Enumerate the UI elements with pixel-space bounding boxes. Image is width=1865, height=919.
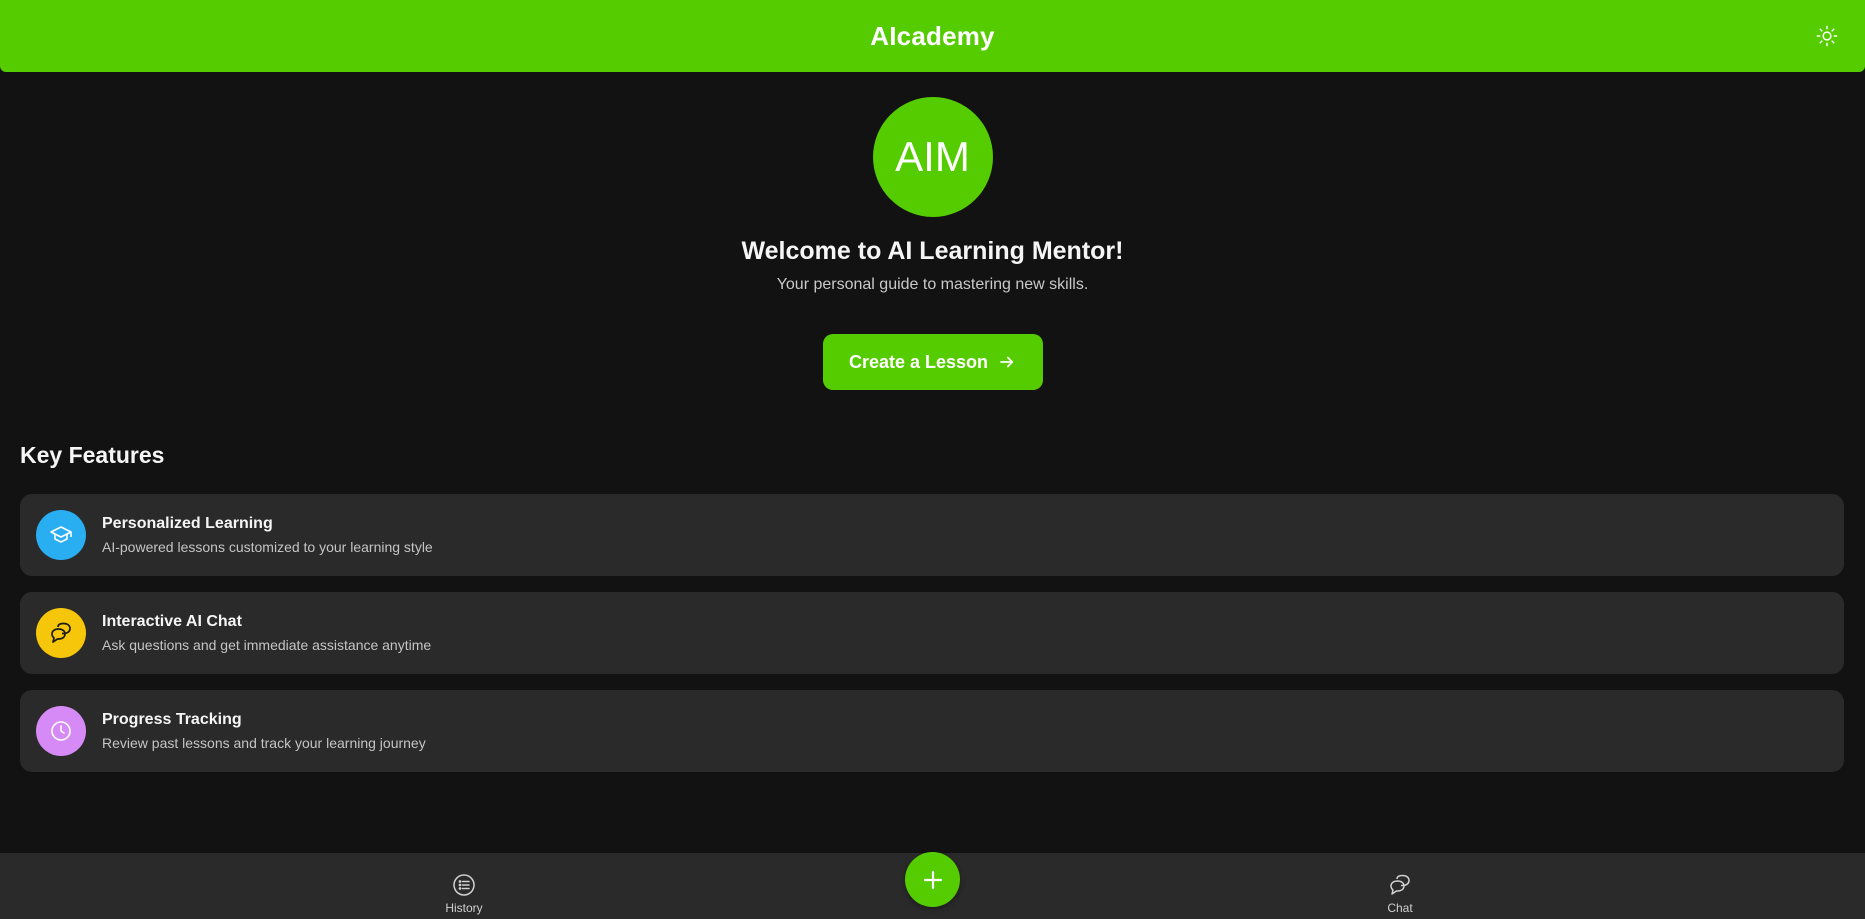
app-header: AIcademy: [0, 0, 1865, 72]
feature-card-progress-tracking[interactable]: Progress Tracking Review past lessons an…: [20, 690, 1844, 772]
hero-section: AIM Welcome to AI Learning Mentor! Your …: [0, 72, 1865, 390]
feature-description: Review past lessons and track your learn…: [102, 735, 426, 751]
features-list: Personalized Learning AI-powered lessons…: [20, 494, 1844, 788]
plus-icon: [923, 870, 942, 889]
chat-bubbles-icon: [1390, 874, 1410, 895]
feature-description: AI-powered lessons customized to your le…: [102, 539, 433, 555]
create-lesson-label: Create a Lesson: [848, 351, 989, 372]
nav-label-chat: Chat: [1387, 901, 1413, 915]
feature-title: Progress Tracking: [102, 711, 242, 728]
create-lesson-button[interactable]: Create a Lesson: [822, 334, 1043, 390]
app-title: AIcademy: [870, 20, 995, 51]
chat-bubbles-icon: [51, 622, 71, 643]
feature-text: Progress Tracking Review past lessons an…: [102, 711, 426, 751]
theme-toggle-button[interactable]: [1811, 20, 1843, 52]
feature-title: Interactive AI Chat: [102, 613, 242, 630]
sun-icon: [1816, 25, 1838, 47]
feature-card-personalized-learning[interactable]: Personalized Learning AI-powered lessons…: [20, 494, 1844, 576]
feature-card-interactive-ai-chat[interactable]: Interactive AI Chat Ask questions and ge…: [20, 592, 1844, 674]
feature-text: Interactive AI Chat Ask questions and ge…: [102, 613, 431, 653]
feature-title: Personalized Learning: [102, 515, 273, 532]
nav-item-history[interactable]: History: [424, 873, 504, 915]
clock-icon: [51, 721, 71, 741]
features-heading: Key Features: [20, 442, 165, 468]
feature-description: Ask questions and get immediate assistan…: [102, 637, 432, 653]
add-lesson-button[interactable]: [905, 852, 960, 907]
graduation-cap-icon: [50, 526, 72, 543]
nav-item-chat[interactable]: Chat: [1360, 873, 1440, 915]
feature-icon-badge: [36, 706, 86, 756]
feature-icon-badge: [36, 510, 86, 560]
nav-label-history: History: [445, 901, 483, 915]
avatar: AIM: [872, 97, 993, 217]
page-title: Welcome to AI Learning Mentor!: [741, 237, 1124, 265]
feature-icon-badge: [36, 608, 86, 658]
list-icon: [453, 874, 475, 896]
page-subtitle: Your personal guide to mastering new ski…: [776, 276, 1089, 293]
arrow-right-icon: [1000, 356, 1014, 368]
feature-text: Personalized Learning AI-powered lessons…: [102, 515, 433, 555]
